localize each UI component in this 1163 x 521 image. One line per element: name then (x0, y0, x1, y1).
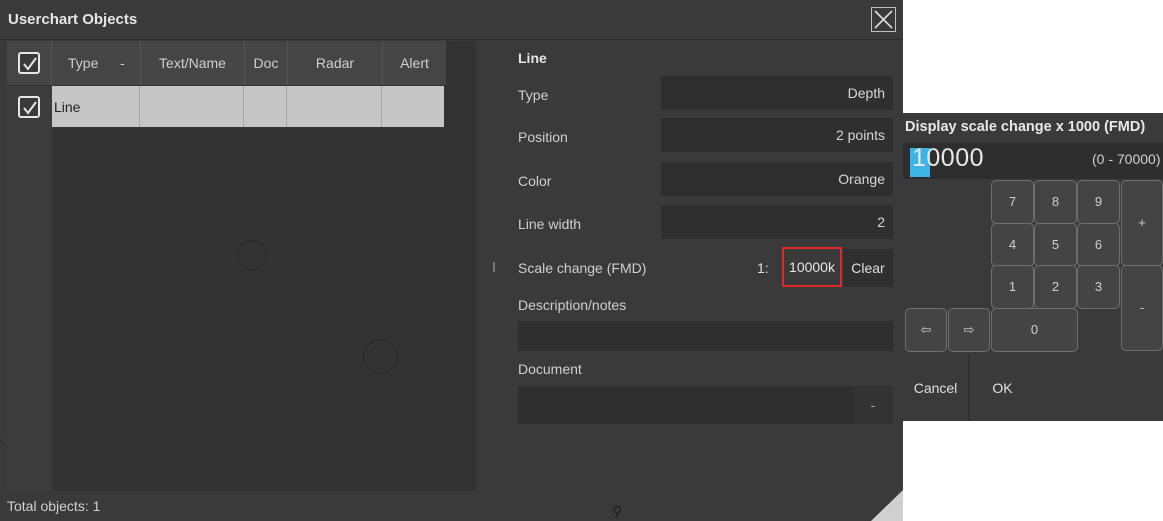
key-9[interactable]: 9 (1077, 180, 1120, 224)
close-button[interactable] (871, 7, 896, 32)
close-icon (874, 10, 893, 29)
document-browse-button[interactable]: - (853, 386, 893, 424)
row-doc-cell (244, 86, 287, 127)
column-alert[interactable]: Alert (383, 41, 446, 85)
document-field[interactable] (518, 386, 853, 424)
list-scroll-area (446, 41, 476, 491)
chart-symbol-icon (363, 339, 398, 374)
column-text-name[interactable]: Text/Name (141, 41, 245, 85)
position-field[interactable]: 2 points (661, 118, 893, 152)
scale-prefix: 1: (757, 260, 769, 276)
clear-button[interactable]: Clear (843, 249, 893, 287)
total-objects-count: Total objects: 1 (7, 498, 101, 514)
cursor-right-icon[interactable]: ⇨ (948, 308, 990, 352)
window-title: Userchart Objects (8, 11, 138, 28)
row-checkbox-cell (7, 86, 52, 127)
key-5[interactable]: 5 (1034, 223, 1077, 267)
footer-bar (0, 491, 903, 521)
row-type-cell: Line (52, 86, 140, 127)
keypad-value-first-digit: 1 (912, 144, 927, 172)
row-alert-cell (382, 86, 444, 127)
splitter-handle[interactable] (493, 262, 495, 272)
line-width-field[interactable]: 2 (661, 205, 893, 239)
type-field[interactable]: Depth (661, 76, 893, 110)
key-1[interactable]: 1 (991, 265, 1034, 309)
row-radar-cell (287, 86, 382, 127)
scale-change-label: Scale change (FMD) (518, 260, 647, 276)
key-4[interactable]: 4 (991, 223, 1034, 267)
select-all-checkbox[interactable] (18, 52, 40, 74)
color-label: Color (518, 173, 552, 189)
table-header: Type - Text/Name Doc Radar Alert (7, 41, 446, 85)
scale-change-input[interactable]: 10000k (782, 247, 842, 287)
key-3[interactable]: 3 (1077, 265, 1120, 309)
checkmark-icon (23, 101, 37, 115)
keypad-range: (0 - 70000) (1092, 151, 1161, 167)
column-doc[interactable]: Doc (245, 41, 288, 85)
chart-symbol-icon (237, 240, 267, 270)
ok-button[interactable]: OK (970, 355, 1035, 421)
color-field[interactable]: Orange (661, 162, 893, 196)
key-minus[interactable]: - (1121, 265, 1163, 351)
row-text-name-cell (140, 86, 244, 127)
column-radar[interactable]: Radar (288, 41, 383, 85)
key-0[interactable]: 0 (991, 308, 1078, 352)
description-label: Description/notes (518, 297, 627, 313)
keypad-value[interactable]: 10000 (912, 144, 984, 173)
position-label: Position (518, 129, 568, 145)
keypad-value-rest: 0000 (926, 144, 985, 172)
cursor-left-icon[interactable]: ⇦ (905, 308, 947, 352)
column-type[interactable]: Type - (52, 41, 141, 85)
row-select-strip (7, 86, 52, 491)
table-row[interactable]: Line (52, 86, 444, 127)
keypad-title: Display scale change x 1000 (FMD) (905, 119, 1146, 135)
userchart-objects-window: Userchart Objects Type - Text/Name Doc R… (0, 0, 903, 521)
key-8[interactable]: 8 (1034, 180, 1077, 224)
properties-heading: Line (518, 50, 547, 66)
resize-grip-icon[interactable] (871, 490, 903, 521)
select-all-cell (7, 41, 52, 85)
cancel-button[interactable]: Cancel (903, 355, 969, 421)
row-checkbox[interactable] (18, 96, 40, 118)
keypad-dialog: Display scale change x 1000 (FMD) 10000 … (903, 113, 1163, 421)
key-plus[interactable]: + (1121, 180, 1163, 266)
line-width-label: Line width (518, 216, 582, 232)
key-2[interactable]: 2 (1034, 265, 1077, 309)
key-6[interactable]: 6 (1077, 223, 1120, 267)
key-7[interactable]: 7 (991, 180, 1034, 224)
checkmark-icon (23, 57, 37, 71)
anchor-icon: ⚲ (612, 503, 623, 519)
type-label: Type (518, 87, 549, 103)
row-type-text: Line (54, 99, 81, 115)
document-label: Document (518, 361, 582, 377)
description-field[interactable] (518, 321, 893, 351)
